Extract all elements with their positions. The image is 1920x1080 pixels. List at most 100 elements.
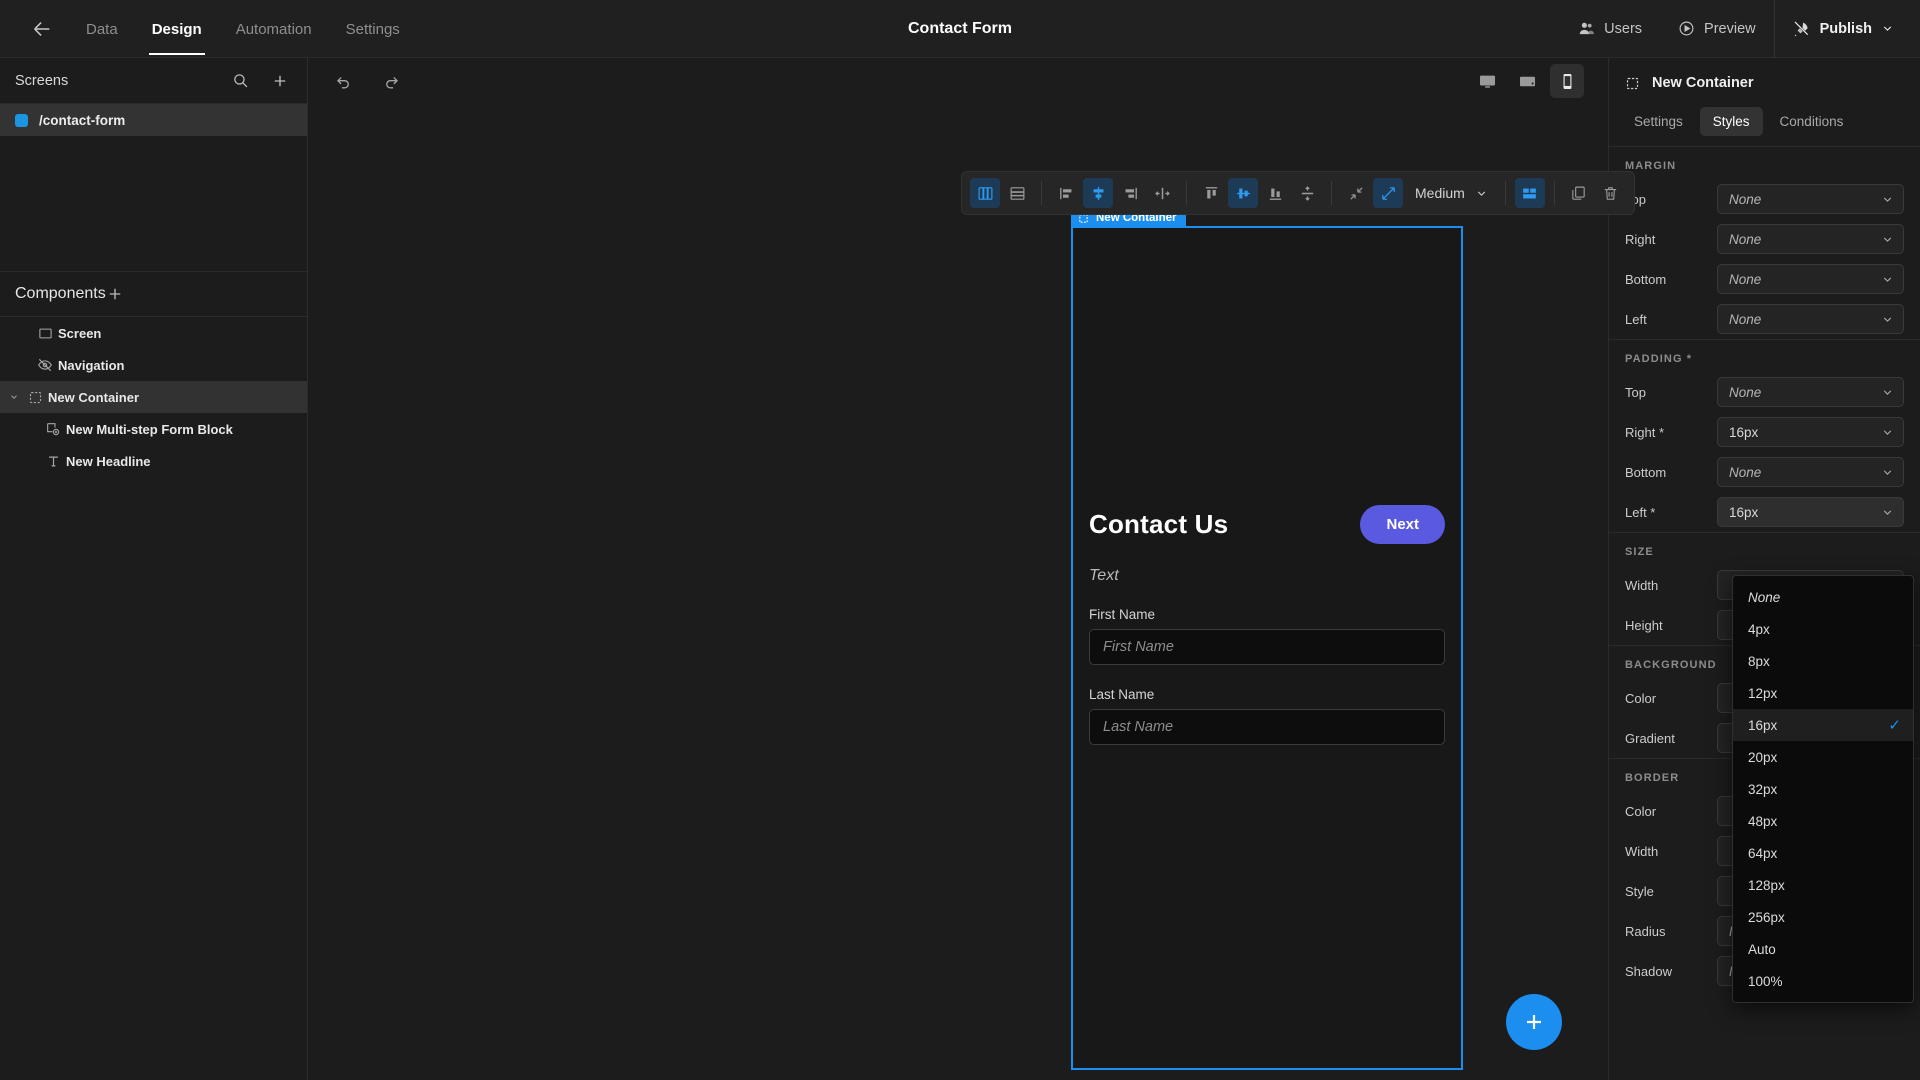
tab-conditions[interactable]: Conditions <box>1767 107 1857 136</box>
left-sidebar: Screens /contact-form Components Screen … <box>0 58 308 1080</box>
device-tablet-button[interactable] <box>1510 64 1544 98</box>
undo-button[interactable] <box>330 68 356 94</box>
publish-button[interactable]: Publish <box>1775 0 1920 58</box>
dropdown-option-none[interactable]: None <box>1733 581 1913 613</box>
duplicate-button[interactable] <box>1564 178 1594 208</box>
padding-top-row: Top None <box>1609 372 1920 412</box>
dropdown-option-128px[interactable]: 128px <box>1733 869 1913 901</box>
padding-left-select[interactable]: 16px <box>1717 497 1904 527</box>
back-button[interactable] <box>22 9 62 49</box>
play-circle-icon <box>1679 21 1694 36</box>
margin-top-select[interactable]: None <box>1717 184 1904 214</box>
padding-left-row: Left * 16px <box>1609 492 1920 532</box>
border-color-label: Color <box>1625 803 1657 819</box>
dropdown-option-16px[interactable]: 16px ✓ <box>1733 709 1913 741</box>
tree-item-navigation[interactable]: Navigation <box>0 349 307 381</box>
contact-form-block: Contact Us Next Text First Name Last Nam… <box>1073 505 1461 745</box>
device-mobile-button[interactable] <box>1550 64 1584 98</box>
chevron-down-icon <box>1881 466 1894 479</box>
grid-button[interactable] <box>1514 178 1545 208</box>
last-name-input[interactable] <box>1089 709 1445 745</box>
preview-button[interactable]: Preview <box>1660 0 1774 58</box>
form-text-placeholder: Text <box>1089 567 1119 584</box>
padding-right-row: Right * 16px <box>1609 412 1920 452</box>
tab-design[interactable]: Design <box>148 3 205 55</box>
users-label: Users <box>1604 20 1643 37</box>
padding-left-dropdown-menu[interactable]: None 4px 8px 12px 16px ✓ 20px 32px 48px … <box>1732 575 1914 1003</box>
padding-top-select[interactable]: None <box>1717 377 1904 407</box>
section-padding: PADDING * Top None Right * 16px Bottom N… <box>1609 339 1920 532</box>
dropdown-option-64px[interactable]: 64px <box>1733 837 1913 869</box>
align-top-button[interactable] <box>1196 178 1226 208</box>
tree-item-new-headline[interactable]: New Headline <box>0 445 307 477</box>
screen-color-dot <box>15 113 28 127</box>
first-name-input[interactable] <box>1089 629 1445 665</box>
users-button[interactable]: Users <box>1560 0 1660 58</box>
margin-right-label: Right <box>1625 231 1656 247</box>
canvas-area: Medium New Container Contact Us Next Tex… <box>308 58 1635 1080</box>
search-icon[interactable] <box>232 72 249 89</box>
add-component-icon[interactable] <box>106 285 124 303</box>
dropdown-option-20px[interactable]: 20px <box>1733 741 1913 773</box>
dropdown-option-4px[interactable]: 4px <box>1733 613 1913 645</box>
next-button[interactable]: Next <box>1360 505 1445 544</box>
margin-left-select[interactable]: None <box>1717 304 1904 334</box>
plus-icon <box>1527 1015 1541 1029</box>
layout-columns-button[interactable] <box>970 178 1000 208</box>
expand-button[interactable] <box>1373 178 1403 208</box>
form-block-icon <box>40 421 66 437</box>
align-right-button[interactable] <box>1115 178 1145 208</box>
padding-bottom-select[interactable]: None <box>1717 457 1904 487</box>
chevron-down-icon <box>1881 426 1894 439</box>
screen-item-label: /contact-form <box>39 112 126 128</box>
section-margin: MARGIN Top None Right None Bottom None L… <box>1609 146 1920 339</box>
screen-item-contact-form[interactable]: /contact-form <box>0 104 307 136</box>
device-frame[interactable]: New Container Contact Us Next Text First… <box>1071 208 1463 1070</box>
gap-size-select[interactable]: Medium <box>1405 178 1496 208</box>
preview-label: Preview <box>1704 20 1756 37</box>
tab-settings[interactable]: Settings <box>1621 107 1696 136</box>
margin-right-value: None <box>1729 231 1762 247</box>
device-desktop-button[interactable] <box>1470 64 1504 98</box>
add-element-fab[interactable] <box>1506 994 1562 1050</box>
dropdown-option-48px[interactable]: 48px <box>1733 805 1913 837</box>
margin-bottom-value: None <box>1729 271 1762 287</box>
distribute-horizontal-button[interactable] <box>1147 178 1177 208</box>
dropdown-option-8px[interactable]: 8px <box>1733 645 1913 677</box>
dropdown-option-100-percent[interactable]: 100% <box>1733 965 1913 997</box>
redo-button[interactable] <box>378 68 404 94</box>
dropdown-option-12px[interactable]: 12px <box>1733 677 1913 709</box>
dropdown-option-auto[interactable]: Auto <box>1733 933 1913 965</box>
dropdown-option-256px[interactable]: 256px <box>1733 901 1913 933</box>
tab-styles[interactable]: Styles <box>1699 107 1763 136</box>
align-bottom-button[interactable] <box>1260 178 1290 208</box>
tree-item-screen[interactable]: Screen <box>0 317 307 349</box>
delete-button[interactable] <box>1596 178 1626 208</box>
margin-bottom-select[interactable]: None <box>1717 264 1904 294</box>
add-screen-icon[interactable] <box>271 72 289 90</box>
screens-header: Screens <box>0 58 307 104</box>
chevron-down-icon[interactable] <box>6 392 22 402</box>
align-left-button[interactable] <box>1051 178 1081 208</box>
screen-icon <box>32 326 58 341</box>
users-icon <box>1579 22 1595 35</box>
align-center-horizontal-button[interactable] <box>1083 178 1113 208</box>
padding-right-select[interactable]: 16px <box>1717 417 1904 447</box>
margin-right-select[interactable]: None <box>1717 224 1904 254</box>
tab-settings[interactable]: Settings <box>346 3 400 55</box>
container-icon <box>22 390 48 405</box>
padding-right-label: Right * <box>1625 424 1665 440</box>
distribute-vertical-button[interactable] <box>1292 178 1322 208</box>
navigation-hidden-icon <box>32 357 58 373</box>
dropdown-option-32px[interactable]: 32px <box>1733 773 1913 805</box>
collapse-button[interactable] <box>1341 178 1371 208</box>
tab-data[interactable]: Data <box>86 3 118 55</box>
tab-automation[interactable]: Automation <box>236 3 312 55</box>
align-middle-vertical-button[interactable] <box>1228 178 1258 208</box>
tree-item-new-container[interactable]: New Container <box>0 381 307 413</box>
selection-header: New Container <box>1609 63 1920 103</box>
tree-item-label: New Headline <box>66 453 151 469</box>
first-name-label: First Name <box>1089 607 1156 622</box>
tree-item-multistep-form-block[interactable]: New Multi-step Form Block <box>0 413 307 445</box>
layout-rows-button[interactable] <box>1002 178 1032 208</box>
